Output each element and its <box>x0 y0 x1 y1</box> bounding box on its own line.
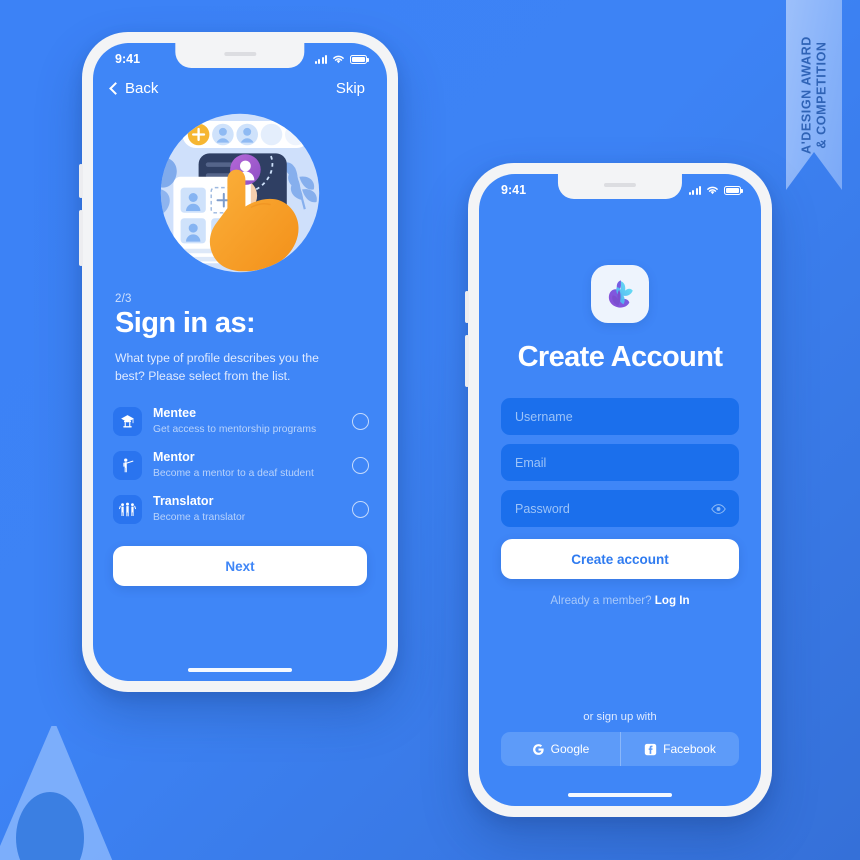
username-placeholder: Username <box>515 409 573 424</box>
back-button[interactable]: Back <box>109 80 159 97</box>
radio-mentor[interactable] <box>352 456 369 474</box>
password-placeholder: Password <box>515 501 570 516</box>
social-signup-group: Google Facebook <box>501 732 739 766</box>
list-item-subtitle: Become a translator <box>153 512 246 523</box>
list-item-translator[interactable]: Translator Become a translator <box>113 487 369 531</box>
home-indicator <box>188 667 292 672</box>
droplet-logo-icon <box>0 726 113 860</box>
ribbon-line-1: A'DESIGN AWARD <box>799 36 814 154</box>
signup-form: Username Email Password <box>479 374 761 527</box>
wifi-icon <box>707 186 718 195</box>
password-field[interactable]: Password <box>501 490 739 527</box>
list-item-title: Mentee <box>153 406 197 421</box>
google-icon <box>532 743 544 755</box>
next-button[interactable]: Next <box>113 546 367 587</box>
skip-button[interactable]: Skip <box>336 80 365 97</box>
profile-type-list: Mentee Get access to mentorship programs <box>93 385 387 531</box>
eye-icon[interactable] <box>711 503 726 514</box>
google-label: Google <box>550 742 590 756</box>
email-field[interactable]: Email <box>501 444 739 481</box>
ribbon-line-2: & COMPETITION <box>814 41 828 149</box>
illustration-wrap <box>93 103 387 283</box>
screen-sign-in-as: 9:41 Back Skip 2/3 Sign in as: What type… <box>93 43 387 681</box>
signal-bars-icon <box>314 54 327 64</box>
hand-leaf-logo-icon <box>608 280 633 308</box>
page-subcopy: What type of profile describes you the b… <box>115 351 319 383</box>
login-prompt-text: Already a member? <box>550 594 655 607</box>
status-icons <box>688 185 743 195</box>
chevron-left-icon <box>109 82 122 95</box>
step-indicator: 2/3 <box>115 293 132 305</box>
facebook-signup-button[interactable]: Facebook <box>620 732 739 766</box>
poster-canvas: A'DESIGN AWARD & COMPETITION 9:41 Back S… <box>0 0 860 860</box>
status-time: 9:41 <box>115 52 141 66</box>
list-item-subtitle: Get access to mentorship programs <box>153 424 317 435</box>
facebook-label: Facebook <box>663 742 716 756</box>
status-icons <box>314 54 369 64</box>
facebook-icon <box>644 743 657 755</box>
list-item-text: Mentor Become a mentor to a deaf student <box>153 450 341 480</box>
list-item-text: Mentee Get access to mentorship programs <box>153 406 341 436</box>
google-signup-button[interactable]: Google <box>501 732 620 766</box>
username-field[interactable]: Username <box>501 398 739 435</box>
mentor-icon <box>113 450 142 480</box>
wifi-icon <box>333 55 344 64</box>
nav-bar-left: Back Skip <box>93 66 387 97</box>
home-indicator <box>568 792 672 797</box>
or-signup-label: or sign up with <box>583 711 657 723</box>
page-title: Create Account <box>517 341 723 373</box>
select-profile-illustration <box>160 113 320 273</box>
page-title: Sign in as: <box>115 307 256 339</box>
radio-translator[interactable] <box>352 500 369 518</box>
battery-icon <box>724 185 743 195</box>
translator-icon <box>113 494 142 524</box>
email-placeholder: Email <box>515 455 547 470</box>
app-logo-tile <box>591 265 649 323</box>
screen-create-account: 9:41 Create Account Username Email Passw… <box>479 174 761 806</box>
phone-mockup-right: 9:41 Create Account Username Email Passw… <box>465 163 772 817</box>
mentee-icon <box>113 406 142 436</box>
ribbon-text: A'DESIGN AWARD & COMPETITION <box>799 36 829 154</box>
log-in-link[interactable]: Log In <box>655 594 690 607</box>
notch <box>557 174 683 199</box>
award-ribbon: A'DESIGN AWARD & COMPETITION <box>786 0 842 190</box>
status-time: 9:41 <box>501 183 527 197</box>
phone-mockup-left: 9:41 Back Skip 2/3 Sign in as: What type… <box>79 32 398 692</box>
list-item-subtitle: Become a mentor to a deaf student <box>153 468 314 479</box>
radio-mentee[interactable] <box>352 412 369 430</box>
signal-bars-icon <box>688 185 701 195</box>
list-item-title: Mentor <box>153 450 195 465</box>
list-item-mentor[interactable]: Mentor Become a mentor to a deaf student <box>113 443 369 487</box>
list-item-text: Translator Become a translator <box>153 494 341 524</box>
back-label: Back <box>125 80 159 97</box>
create-account-button[interactable]: Create account <box>501 539 739 579</box>
list-item-mentee[interactable]: Mentee Get access to mentorship programs <box>113 399 369 443</box>
notch <box>175 43 305 68</box>
list-item-title: Translator <box>153 494 214 509</box>
login-prompt: Already a member? Log In <box>479 594 761 607</box>
battery-icon <box>350 54 369 64</box>
